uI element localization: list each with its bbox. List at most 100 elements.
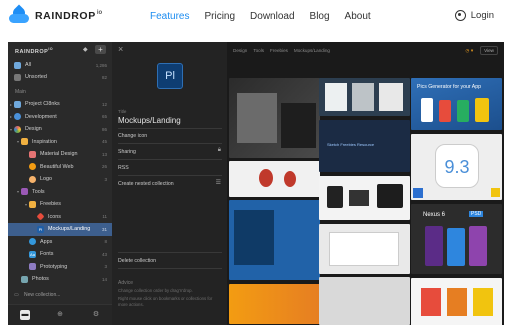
sidebar-item-apps[interactable]: Apps 8: [8, 236, 112, 249]
site-header: RAINDROPio Features Pricing Download Blo…: [0, 0, 512, 36]
nested-icon: ☰: [215, 180, 221, 186]
breadcrumb-item[interactable]: Freebies: [270, 48, 288, 53]
sidebar-header: RAINDROPIO ◆ +: [8, 42, 112, 58]
divider: [118, 252, 222, 253]
sidebar-item-prototyping[interactable]: Prototyping 3: [8, 261, 112, 274]
sidebar-item-tools[interactable]: ▾ Tools: [8, 186, 112, 199]
bookmark-card[interactable]: [229, 161, 320, 197]
sidebar-item-photos[interactable]: Photos 14: [8, 273, 112, 286]
brand[interactable]: RAINDROPio: [9, 4, 103, 24]
grid-column: [229, 63, 320, 325]
rss-link[interactable]: RSS: [118, 165, 129, 171]
advice-text: Right mouse click on bookmarks or collec…: [118, 296, 213, 307]
sidebar-item-inspiration[interactable]: ▾ Inspiration 45: [8, 136, 112, 149]
sidebar-item-development[interactable]: ▸ Development 65: [8, 111, 112, 124]
create-nested-collection-link[interactable]: Create nested collection: [118, 181, 174, 187]
bookmark-card[interactable]: [319, 176, 410, 220]
sidebar-section-main: Main: [15, 89, 26, 95]
collection-panel: × Pl Title Mockups/Landing Change icon S…: [112, 42, 227, 325]
divider: [118, 159, 222, 160]
apps-icon: [29, 238, 36, 246]
photos-icon: [21, 275, 28, 283]
advice-label: Advice: [118, 280, 134, 286]
login-label: Login: [470, 10, 494, 21]
breadcrumb-item[interactable]: Design: [233, 48, 247, 53]
login-button[interactable]: Login: [454, 10, 494, 21]
new-collection-button[interactable]: ▭ New collection...: [8, 288, 112, 301]
sidebar-item-all[interactable]: All 1,286: [8, 59, 112, 72]
sidebar-item-beautiful-web[interactable]: Beautiful Web 26: [8, 161, 112, 174]
tools-icon: [21, 188, 28, 196]
web-icon: [29, 163, 36, 171]
close-icon[interactable]: ×: [118, 44, 123, 54]
sidebar-item-fonts[interactable]: Aa Fonts 43: [8, 248, 112, 261]
title-label: Title: [118, 109, 127, 114]
bookmark-card[interactable]: [319, 277, 410, 325]
prototyping-icon: [29, 263, 36, 271]
breadcrumb-item[interactable]: Tools: [253, 48, 264, 53]
bookmark-card[interactable]: [411, 278, 502, 325]
material-icon: [29, 150, 36, 158]
nav-pricing[interactable]: Pricing: [204, 11, 235, 22]
collection-title[interactable]: Mockups/Landing: [118, 116, 181, 125]
fonts-icon: Aa: [29, 250, 36, 258]
sidebar-item-project[interactable]: ▸ Project Cl8nks 12: [8, 98, 112, 111]
divider: [118, 128, 222, 129]
breadcrumb-item[interactable]: Mockups/Landing: [294, 48, 330, 53]
sidebar-item-freebies[interactable]: ▾ Freebies: [8, 198, 112, 211]
breadcrumb: Design Tools Freebies Mockups/Landing: [227, 42, 504, 58]
user-icon: [454, 10, 466, 21]
sidebar: RAINDROPIO ◆ + All 1,286 Unsorted 82 Main …: [8, 42, 112, 325]
app-screenshot: RAINDROPIO ◆ + All 1,286 Unsorted 82 Main …: [8, 42, 504, 325]
sidebar-item-mockups-landing[interactable]: Pl Mockups/Landing 31: [8, 223, 112, 236]
sidebar-title: RAINDROPIO: [15, 47, 54, 55]
divider: [118, 268, 222, 269]
nav-features[interactable]: Features: [150, 11, 189, 22]
gear-icon[interactable]: ◆: [83, 46, 88, 53]
bookmark-card[interactable]: [229, 284, 320, 324]
bookmark-card[interactable]: [319, 78, 410, 116]
bookmarks-grid: Design Tools Freebies Mockups/Landing ◷ …: [227, 42, 504, 325]
bookmark-card[interactable]: [229, 200, 320, 280]
collection-icon[interactable]: Pl: [157, 63, 183, 89]
add-collection-button[interactable]: +: [95, 45, 106, 54]
advice-text: Change collection order by drag'n'drop.: [118, 288, 193, 293]
bookmark-card[interactable]: Sketch Freebies Resource: [319, 120, 410, 172]
pl-icon: Pl: [37, 225, 44, 233]
sidebar-item-material-design[interactable]: Material Design 13: [8, 148, 112, 161]
bookmarks-icon[interactable]: ▬: [20, 310, 30, 320]
globe-icon: [14, 113, 21, 121]
delete-collection-link[interactable]: Delete collection: [118, 258, 156, 264]
add-icon[interactable]: ⊕: [55, 310, 65, 320]
settings-icon[interactable]: ⚙: [91, 310, 101, 320]
sharing-link[interactable]: Sharing: [118, 149, 136, 155]
bookmark-card[interactable]: [319, 224, 410, 274]
brand-name: RAINDROPio: [35, 9, 103, 22]
lock-icon: 🔒︎: [217, 147, 221, 153]
sidebar-item-unsorted[interactable]: Unsorted 82: [8, 71, 112, 84]
sidebar-item-design[interactable]: ▾ Design 86: [8, 123, 112, 136]
grid-column: Sketch Freebies Resource: [319, 63, 410, 325]
cloud-icon: [14, 100, 21, 108]
change-icon-link[interactable]: Change icon: [118, 133, 147, 139]
toolbar: ◷ ▾ View: [466, 46, 498, 55]
divider: [118, 143, 222, 144]
nav-download[interactable]: Download: [250, 11, 294, 22]
folder-plus-icon: ▭: [14, 291, 19, 298]
bookmark-card[interactable]: Nexus 6 PSD: [411, 204, 502, 274]
sidebar-item-logo[interactable]: Logo 3: [8, 173, 112, 186]
sort-icon[interactable]: ◷ ▾: [466, 48, 474, 54]
sidebar-item-icons[interactable]: Icons 11: [8, 211, 112, 224]
view-select[interactable]: View: [480, 46, 498, 55]
bookmark-card[interactable]: Pics Generator for your App: [411, 78, 502, 130]
bookmark-card[interactable]: [229, 78, 320, 158]
cloud-icon: [14, 61, 21, 69]
palette-icon: [14, 125, 21, 133]
nav-blog[interactable]: Blog: [310, 11, 330, 22]
nav-about[interactable]: About: [345, 11, 371, 22]
main-nav: Features Pricing Download Blog About: [150, 11, 386, 22]
gem-icon: [36, 212, 45, 221]
new-collection-label: New collection...: [24, 291, 61, 298]
bookmark-card[interactable]: 9.3: [411, 134, 502, 200]
raindrop-logo-icon: [9, 4, 29, 24]
